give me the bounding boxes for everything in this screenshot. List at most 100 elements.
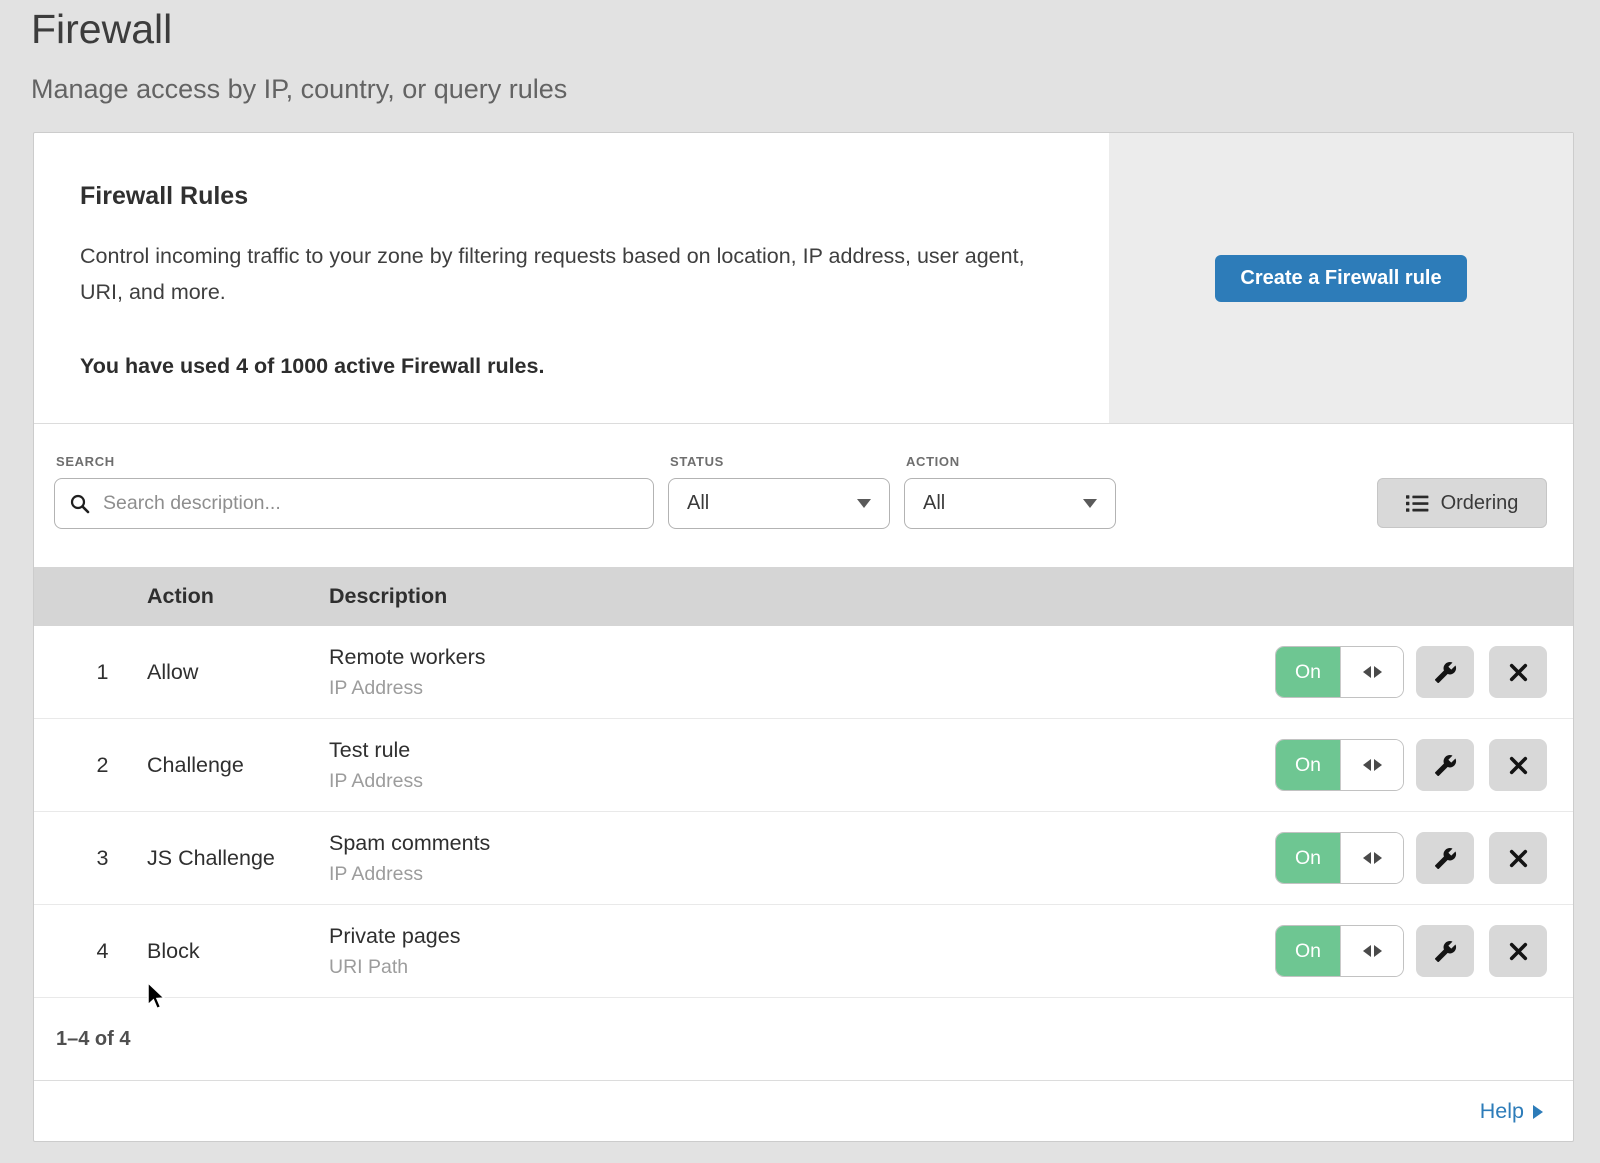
action-label: ACTION <box>906 454 1116 469</box>
status-label: STATUS <box>670 454 890 469</box>
card-description: Control incoming traffic to your zone by… <box>80 238 1040 310</box>
firewall-rules-card: Firewall Rules Control incoming traffic … <box>33 132 1574 1142</box>
action-column-header: Action <box>147 584 329 609</box>
rule-priority: 3 <box>34 846 147 871</box>
wrench-icon <box>1434 754 1457 777</box>
action-selected-value: All <box>923 492 945 515</box>
rule-description: Remote workers <box>329 645 1275 670</box>
rule-controls: On <box>1275 832 1573 884</box>
rule-action: Challenge <box>147 753 329 778</box>
toggle-on-label: On <box>1276 833 1340 883</box>
edit-rule-button[interactable] <box>1416 925 1474 977</box>
rule-description-cell: Remote workers IP Address <box>329 645 1275 700</box>
toggle-handle[interactable] <box>1340 647 1403 697</box>
rule-enabled-toggle[interactable]: On <box>1275 925 1404 977</box>
edit-rule-button[interactable] <box>1416 832 1474 884</box>
wrench-icon <box>1434 661 1457 684</box>
rule-enabled-toggle[interactable]: On <box>1275 646 1404 698</box>
delete-rule-button[interactable] <box>1489 925 1547 977</box>
page-title: Firewall <box>31 6 1600 53</box>
toggle-handle[interactable] <box>1340 740 1403 790</box>
search-filter-group: SEARCH <box>54 454 654 529</box>
status-select[interactable]: All <box>668 478 890 529</box>
chevron-down-icon <box>857 499 871 508</box>
card-top-text: Firewall Rules Control incoming traffic … <box>34 133 1109 423</box>
arrow-left-icon <box>1363 852 1371 864</box>
create-firewall-rule-button[interactable]: Create a Firewall rule <box>1215 255 1467 302</box>
wrench-icon <box>1434 940 1457 963</box>
filter-row: SEARCH STATUS All ACTION All <box>34 424 1573 567</box>
rule-description-cell: Spam comments IP Address <box>329 831 1275 886</box>
status-filter-group: STATUS All <box>668 454 890 529</box>
pagination-row: 1–4 of 4 <box>34 998 1573 1080</box>
edit-rule-button[interactable] <box>1416 739 1474 791</box>
wrench-icon <box>1434 847 1457 870</box>
rule-match-type: URI Path <box>329 956 1275 979</box>
table-header: Action Description <box>34 567 1573 626</box>
rule-match-type: IP Address <box>329 770 1275 793</box>
arrow-right-icon <box>1374 852 1382 864</box>
delete-rule-button[interactable] <box>1489 832 1547 884</box>
arrow-left-icon <box>1363 945 1371 957</box>
close-icon <box>1508 941 1529 962</box>
ordering-button[interactable]: Ordering <box>1377 478 1547 528</box>
rule-controls: On <box>1275 925 1573 977</box>
arrow-right-icon <box>1374 945 1382 957</box>
rule-priority: 2 <box>34 753 147 778</box>
rule-action: JS Challenge <box>147 846 329 871</box>
rule-action: Block <box>147 939 329 964</box>
rule-description: Test rule <box>329 738 1275 763</box>
card-title: Firewall Rules <box>80 182 1049 211</box>
table-row: 1 Allow Remote workers IP Address On <box>34 626 1573 719</box>
action-filter-group: ACTION All <box>904 454 1116 529</box>
toggle-on-label: On <box>1276 647 1340 697</box>
toggle-handle[interactable] <box>1340 833 1403 883</box>
close-icon <box>1508 755 1529 776</box>
pagination-text: 1–4 of 4 <box>56 1028 130 1051</box>
table-row: 4 Block Private pages URI Path On <box>34 905 1573 998</box>
help-link-label: Help <box>1480 1099 1524 1124</box>
card-top-section: Firewall Rules Control incoming traffic … <box>34 133 1573 424</box>
list-icon <box>1406 494 1429 513</box>
rule-controls: On <box>1275 646 1573 698</box>
rule-priority: 1 <box>34 660 147 685</box>
page-subtitle: Manage access by IP, country, or query r… <box>31 74 1600 105</box>
create-rule-panel: Create a Firewall rule <box>1109 133 1573 423</box>
chevron-down-icon <box>1083 499 1097 508</box>
rule-priority: 4 <box>34 939 147 964</box>
action-select[interactable]: All <box>904 478 1116 529</box>
edit-rule-button[interactable] <box>1416 646 1474 698</box>
arrow-right-icon <box>1374 666 1382 678</box>
delete-rule-button[interactable] <box>1489 646 1547 698</box>
arrow-left-icon <box>1363 759 1371 771</box>
rule-description-cell: Test rule IP Address <box>329 738 1275 793</box>
page-header: Firewall Manage access by IP, country, o… <box>0 0 1600 105</box>
toggle-on-label: On <box>1276 926 1340 976</box>
search-input[interactable] <box>101 491 639 516</box>
close-icon <box>1508 848 1529 869</box>
search-icon <box>69 493 91 515</box>
table-row: 3 JS Challenge Spam comments IP Address … <box>34 812 1573 905</box>
rule-description: Spam comments <box>329 831 1275 856</box>
search-label: SEARCH <box>56 454 654 469</box>
delete-rule-button[interactable] <box>1489 739 1547 791</box>
description-column-header: Description <box>329 584 1547 609</box>
rule-enabled-toggle[interactable]: On <box>1275 739 1404 791</box>
arrow-right-icon <box>1374 759 1382 771</box>
table-row: 2 Challenge Test rule IP Address On <box>34 719 1573 812</box>
rule-controls: On <box>1275 739 1573 791</box>
close-icon <box>1508 662 1529 683</box>
rules-usage-text: You have used 4 of 1000 active Firewall … <box>80 354 1049 379</box>
rule-enabled-toggle[interactable]: On <box>1275 832 1404 884</box>
rule-description: Private pages <box>329 924 1275 949</box>
triangle-right-icon <box>1533 1105 1543 1119</box>
help-link[interactable]: Help <box>1480 1099 1543 1124</box>
status-selected-value: All <box>687 492 709 515</box>
rule-match-type: IP Address <box>329 863 1275 886</box>
toggle-handle[interactable] <box>1340 926 1403 976</box>
card-footer: Help <box>34 1080 1573 1141</box>
rule-action: Allow <box>147 660 329 685</box>
toggle-on-label: On <box>1276 740 1340 790</box>
ordering-button-label: Ordering <box>1441 492 1519 515</box>
arrow-left-icon <box>1363 666 1371 678</box>
